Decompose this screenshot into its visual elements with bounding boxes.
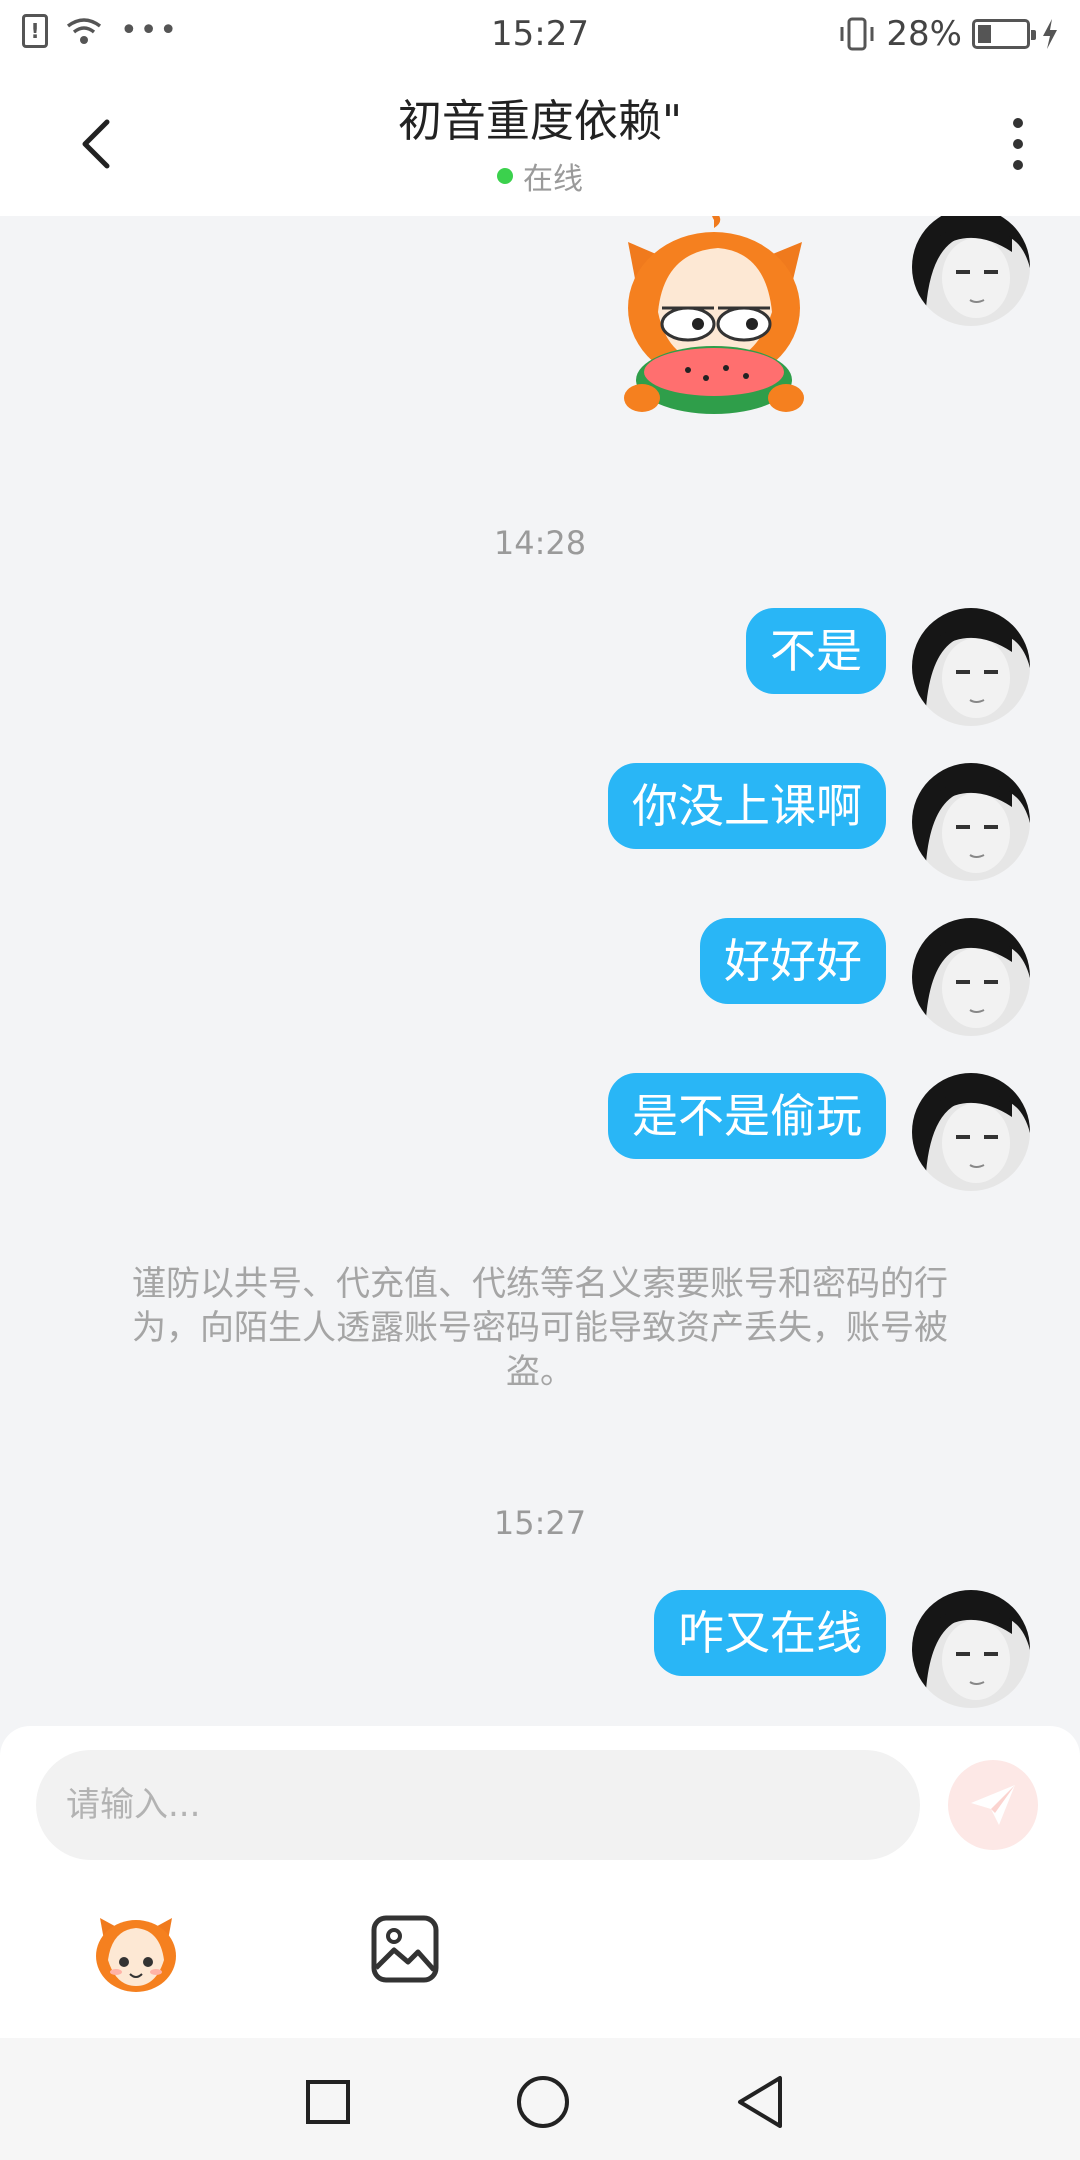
avatar[interactable] bbox=[912, 608, 1030, 726]
back-nav-button[interactable] bbox=[732, 2074, 788, 2130]
timestamp-label: 15:27 bbox=[493, 1504, 587, 1542]
avatar[interactable] bbox=[912, 918, 1030, 1036]
back-triangle-icon bbox=[738, 2076, 782, 2128]
battery-icon bbox=[972, 19, 1036, 49]
title-block: 初音重度依赖" 在线 bbox=[240, 94, 840, 198]
message-input[interactable] bbox=[36, 1750, 920, 1860]
online-status-text: 在线 bbox=[523, 162, 583, 197]
avatar[interactable] bbox=[912, 1073, 1030, 1191]
charging-icon bbox=[1043, 19, 1057, 49]
chat-screen: ! ••• 15:27 28% 初音重度依赖" 在线 14:28 不是 你没上课… bbox=[0, 0, 1080, 2160]
battery-percent: 28% bbox=[886, 14, 962, 54]
composer-panel bbox=[0, 1726, 1080, 2038]
online-status: 在线 bbox=[240, 154, 840, 198]
security-notice: 谨防以共号、代充值、代练等名义索要账号和密码的行为，向陌生人透露账号密码可能导致… bbox=[132, 1264, 948, 1392]
user-avatar-image bbox=[912, 763, 1030, 881]
status-right: 28% bbox=[838, 14, 1060, 54]
user-avatar-image bbox=[912, 216, 1030, 326]
send-button[interactable] bbox=[948, 1760, 1038, 1850]
vibrate-icon bbox=[840, 17, 874, 51]
recents-square-icon bbox=[306, 2080, 350, 2124]
home-circle-icon bbox=[517, 2076, 569, 2128]
system-nav-bar bbox=[0, 2038, 1080, 2160]
paper-plane-icon bbox=[971, 1785, 1015, 1825]
watermelon-mascot-sticker[interactable] bbox=[606, 216, 822, 428]
chat-header: 初音重度依赖" 在线 bbox=[0, 72, 1080, 216]
status-bar: ! ••• 15:27 28% bbox=[0, 0, 1080, 72]
vertical-dots-icon bbox=[1013, 118, 1023, 128]
avatar[interactable] bbox=[912, 763, 1030, 881]
back-button[interactable] bbox=[62, 110, 130, 178]
message-bubble[interactable]: 你没上课啊 bbox=[608, 763, 886, 849]
chat-title: 初音重度依赖" bbox=[397, 96, 683, 147]
recents-button[interactable] bbox=[300, 2074, 356, 2130]
timestamp-label: 14:28 bbox=[493, 524, 587, 562]
image-icon[interactable] bbox=[370, 1914, 440, 1984]
message-input-box[interactable] bbox=[36, 1750, 920, 1860]
message-bubble[interactable]: 咋又在线 bbox=[654, 1590, 886, 1676]
message-bubble[interactable]: 是不是偷玩 bbox=[608, 1073, 886, 1159]
more-options-button[interactable] bbox=[998, 112, 1038, 176]
mascot-emoji-icon[interactable] bbox=[90, 1906, 182, 1998]
user-avatar-image bbox=[912, 1073, 1030, 1191]
home-button[interactable] bbox=[515, 2074, 571, 2130]
message-bubble[interactable]: 不是 bbox=[746, 608, 886, 694]
avatar[interactable] bbox=[912, 216, 1030, 326]
battery-fill bbox=[978, 25, 991, 43]
user-avatar-image bbox=[912, 918, 1030, 1036]
message-bubble[interactable]: 好好好 bbox=[700, 918, 886, 1004]
user-avatar-image bbox=[912, 608, 1030, 726]
chevron-left-icon bbox=[82, 119, 110, 169]
user-avatar-image bbox=[912, 1590, 1030, 1708]
online-dot-icon bbox=[497, 168, 513, 184]
message-list[interactable]: 14:28 不是 你没上课啊 好好好 是不是偷玩 谨防以共号、代充值、代练等名义… bbox=[0, 216, 1080, 1726]
avatar[interactable] bbox=[912, 1590, 1030, 1708]
